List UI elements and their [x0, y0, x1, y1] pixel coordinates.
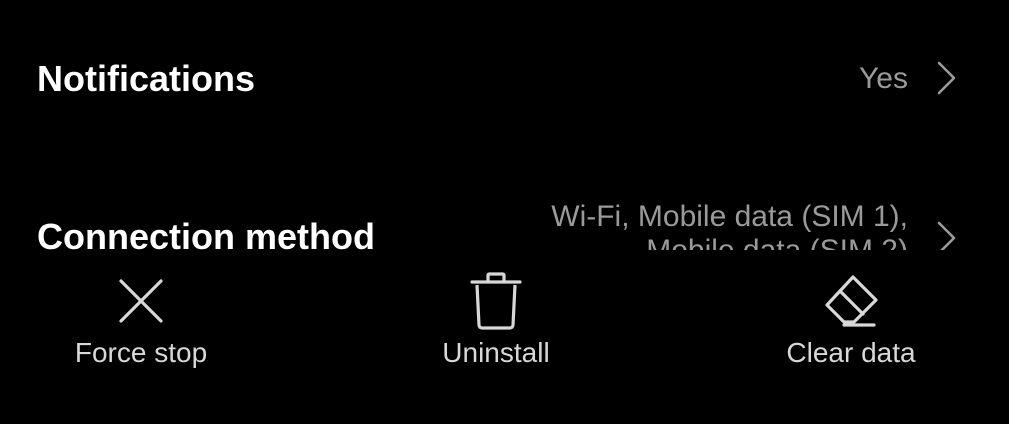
eraser-icon	[825, 275, 878, 327]
settings-list: Notifications Yes Connection method Wi-F…	[0, 0, 1009, 250]
connection-method-title: Connection method	[37, 216, 375, 250]
connection-method-value-line1: Wi-Fi, Mobile data (SIM 1),	[551, 200, 908, 233]
notifications-row[interactable]: Notifications Yes	[0, 30, 1009, 130]
force-stop-button[interactable]: Force stop	[11, 250, 271, 390]
close-icon	[119, 279, 163, 323]
chevron-right-icon	[937, 221, 956, 250]
clear-data-button[interactable]: Clear data	[721, 250, 981, 390]
connection-method-row[interactable]: Connection method Wi-Fi, Mobile data (SI…	[0, 180, 1009, 250]
bottom-action-bar: Force stop Uninstall Clear data	[0, 250, 1009, 424]
connection-method-value-line2: Mobile data (SIM 2)	[551, 234, 908, 250]
uninstall-button[interactable]: Uninstall	[366, 250, 626, 390]
uninstall-label: Uninstall	[442, 337, 550, 368]
force-stop-label: Force stop	[74, 337, 208, 368]
chevron-right-icon	[937, 61, 956, 95]
connection-method-value: Wi-Fi, Mobile data (SIM 1), Mobile data …	[551, 200, 908, 250]
notifications-title: Notifications	[37, 58, 256, 99]
notifications-value: Yes	[859, 62, 908, 95]
trash-icon	[470, 272, 522, 330]
clear-data-label: Clear data	[786, 337, 916, 368]
